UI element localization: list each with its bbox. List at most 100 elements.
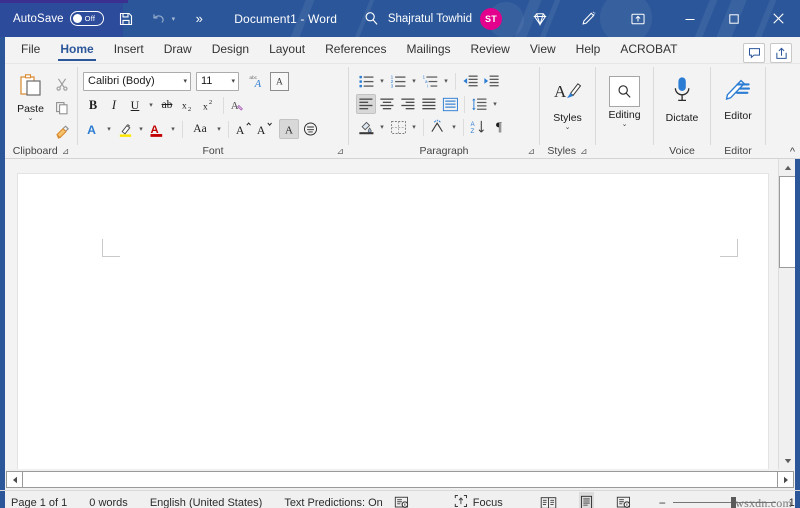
copy-icon[interactable]	[52, 98, 72, 118]
multilevel-list-icon[interactable]: 1 a i	[420, 71, 440, 91]
bold-button[interactable]: B	[83, 95, 103, 115]
styles-dialog-launcher[interactable]: ⊿	[580, 146, 588, 156]
horizontal-scrollbar-track[interactable]	[23, 471, 777, 488]
line-spacing-icon[interactable]	[469, 94, 489, 114]
multilevel-caret[interactable]: ▾	[441, 77, 451, 85]
diamond-icon[interactable]	[528, 5, 552, 33]
clipboard-dialog-launcher[interactable]: ⊿	[62, 146, 70, 156]
justify-icon[interactable]	[419, 94, 439, 114]
paragraph-dialog-launcher[interactable]: ⊿	[527, 146, 535, 156]
qat-overflow-button[interactable]: »	[187, 5, 211, 33]
vertical-scrollbar-thumb[interactable]	[779, 176, 796, 268]
ribbon-display-options-icon[interactable]	[626, 5, 650, 33]
account-name[interactable]: Shajratul Towhid	[388, 13, 472, 25]
text-effects-icon[interactable]: A	[83, 119, 103, 139]
status-language[interactable]: English (United States)	[139, 492, 274, 508]
font-dialog-launcher[interactable]: ⊿	[336, 146, 344, 156]
autosave-toggle[interactable]: AutoSave Off	[13, 11, 104, 26]
bullets-icon[interactable]	[356, 71, 376, 91]
undo-dropdown-icon[interactable]: ▾	[172, 15, 176, 23]
collapse-ribbon-button[interactable]: ^	[790, 146, 795, 158]
font-size-caret[interactable]: ▾	[231, 77, 235, 85]
editing-button[interactable]: Editing ⌄	[602, 73, 648, 128]
minimize-button[interactable]	[668, 0, 712, 37]
avatar[interactable]: ST	[480, 7, 502, 30]
asian-layout-icon[interactable]	[428, 117, 448, 137]
borders-icon[interactable]	[388, 117, 408, 137]
align-center-icon[interactable]	[377, 94, 397, 114]
tab-insert[interactable]: Insert	[104, 36, 154, 63]
distributed-align-icon[interactable]	[440, 94, 460, 114]
editor-button[interactable]: Editor	[716, 72, 760, 122]
undo-icon[interactable]	[147, 5, 171, 33]
phonetic-guide-icon[interactable]: abc A	[246, 71, 266, 91]
tab-home[interactable]: Home	[50, 36, 103, 63]
styles-button[interactable]: A Styles ⌄	[545, 73, 590, 131]
asian-layout-caret[interactable]: ▾	[449, 123, 459, 131]
highlighter-icon[interactable]	[115, 119, 135, 139]
tab-references[interactable]: References	[315, 36, 396, 63]
character-border-icon[interactable]: A	[270, 71, 289, 91]
accessibility-checker-icon[interactable]	[394, 492, 409, 508]
shrink-font-button[interactable]: A	[254, 119, 274, 139]
pen-icon[interactable]	[576, 5, 600, 33]
strikethrough-button[interactable]: ab	[157, 95, 177, 115]
dictate-button[interactable]: Dictate	[659, 72, 705, 124]
numbering-caret[interactable]: ▾	[409, 77, 419, 85]
scroll-right-button[interactable]	[777, 471, 794, 488]
share-icon[interactable]	[770, 43, 792, 63]
zoom-out-button[interactable]: −	[659, 497, 666, 508]
format-painter-icon[interactable]	[52, 122, 72, 142]
scroll-left-button[interactable]	[6, 471, 23, 488]
focus-mode-button[interactable]: Focus	[443, 492, 514, 508]
paste-button[interactable]: Paste ⌄	[9, 70, 52, 122]
shading-caret[interactable]: ▾	[377, 123, 387, 131]
scroll-up-button[interactable]	[779, 159, 796, 176]
status-word-count[interactable]: 0 words	[78, 492, 139, 508]
bullets-caret[interactable]: ▾	[377, 77, 387, 85]
line-spacing-caret[interactable]: ▾	[490, 100, 500, 108]
status-text-predictions[interactable]: Text Predictions: On	[273, 492, 393, 508]
shading-icon[interactable]	[356, 117, 376, 137]
print-layout-icon[interactable]	[578, 491, 594, 508]
editing-dropdown-caret[interactable]: ⌄	[622, 121, 628, 128]
increase-indent-icon[interactable]	[481, 71, 501, 91]
sort-icon[interactable]: A Z	[468, 117, 488, 137]
enclose-characters-icon[interactable]	[300, 119, 320, 139]
tab-layout[interactable]: Layout	[259, 36, 315, 63]
tab-help[interactable]: Help	[566, 36, 611, 63]
highlight-color-caret[interactable]: ▾	[136, 125, 146, 133]
italic-button[interactable]: I	[104, 95, 124, 115]
show-formatting-marks-button[interactable]: ¶	[489, 117, 509, 137]
scroll-down-button[interactable]	[779, 452, 796, 469]
superscript-button[interactable]: x 2	[199, 95, 219, 115]
autosave-switch[interactable]: Off	[69, 11, 104, 26]
font-name-input[interactable]: Calibri (Body) ▾	[83, 71, 191, 91]
paste-dropdown-caret[interactable]: ⌄	[28, 115, 34, 122]
text-effects-caret[interactable]: ▾	[104, 125, 114, 133]
subscript-button[interactable]: x 2	[178, 95, 198, 115]
search-icon[interactable]	[359, 5, 383, 33]
tab-file[interactable]: File	[11, 36, 50, 63]
comments-icon[interactable]	[743, 43, 765, 63]
vertical-scrollbar[interactable]	[778, 159, 796, 469]
font-color-caret[interactable]: ▾	[168, 125, 178, 133]
align-right-icon[interactable]	[398, 94, 418, 114]
font-name-caret[interactable]: ▾	[183, 77, 187, 85]
change-case-button[interactable]: Aa	[187, 119, 213, 139]
tab-design[interactable]: Design	[202, 36, 259, 63]
borders-caret[interactable]: ▾	[409, 123, 419, 131]
character-shading-button[interactable]: A	[279, 119, 299, 139]
tab-view[interactable]: View	[520, 36, 566, 63]
web-layout-icon[interactable]	[616, 492, 631, 508]
change-case-caret[interactable]: ▾	[214, 125, 224, 133]
styles-dropdown-caret[interactable]: ⌄	[565, 124, 571, 131]
font-size-input[interactable]: 11 ▾	[196, 71, 239, 91]
close-button[interactable]	[756, 0, 800, 37]
save-icon[interactable]	[114, 5, 138, 33]
maximize-button[interactable]	[712, 0, 756, 37]
status-page-number[interactable]: Page 1 of 1	[0, 492, 78, 508]
font-color-icon[interactable]: A	[147, 119, 167, 139]
document-page[interactable]	[18, 174, 768, 469]
decrease-indent-icon[interactable]	[460, 71, 480, 91]
